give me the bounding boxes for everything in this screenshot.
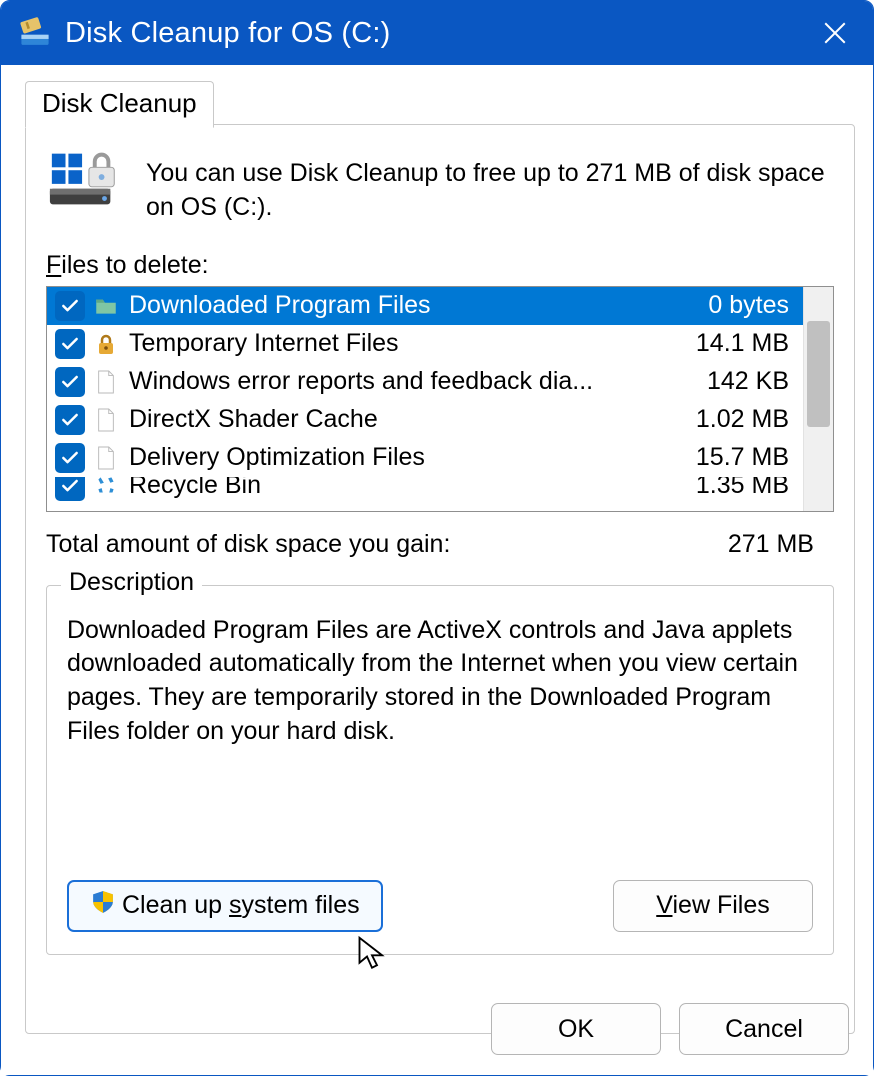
intro-text: You can use Disk Cleanup to free up to 2… (146, 147, 834, 225)
file-size: 1.02 MB (673, 405, 803, 434)
checkbox[interactable] (55, 477, 85, 501)
file-row[interactable]: Windows error reports and feedback dia..… (47, 363, 803, 401)
checkbox[interactable] (55, 291, 85, 321)
checkbox[interactable] (55, 329, 85, 359)
titlebar: Disk Cleanup for OS (C:) (1, 1, 873, 65)
file-size: 15.7 MB (673, 443, 803, 472)
file-size: 14.1 MB (673, 329, 803, 358)
description-group: Description Downloaded Program Files are… (46, 585, 834, 955)
files-list-box: Downloaded Program Files 0 bytes Temporary… (46, 286, 834, 512)
clean-button-label: Clean up system files (122, 891, 360, 920)
view-files-label: View Files (656, 891, 769, 920)
close-button[interactable] (807, 5, 863, 61)
file-icon (93, 443, 119, 473)
file-label: Temporary Internet Files (127, 329, 665, 358)
disk-cleanup-icon (17, 15, 53, 51)
file-label: Downloaded Program Files (127, 291, 665, 320)
window-title: Disk Cleanup for OS (C:) (65, 17, 807, 50)
total-value: 271 MB (728, 530, 834, 559)
cancel-button[interactable]: Cancel (679, 1003, 849, 1055)
client-area: Disk Cleanup (1, 65, 873, 1075)
file-label: Delivery Optimization Files (127, 443, 665, 472)
file-size: 1.35 MB (673, 477, 803, 501)
checkbox[interactable] (55, 367, 85, 397)
files-list[interactable]: Downloaded Program Files 0 bytes Temporary… (47, 287, 803, 511)
file-label: DirectX Shader Cache (127, 405, 665, 434)
clean-up-system-files-button[interactable]: Clean up system files (67, 880, 383, 932)
file-icon (93, 367, 119, 397)
tab-panel: You can use Disk Cleanup to free up to 2… (25, 124, 855, 1034)
description-title: Description (61, 568, 202, 597)
scrollbar-thumb[interactable] (807, 321, 830, 427)
recycle-icon (93, 477, 119, 501)
folder-icon (93, 291, 119, 321)
checkbox[interactable] (55, 405, 85, 435)
tabstrip: Disk Cleanup (25, 81, 855, 125)
lock-icon (93, 329, 119, 359)
checkbox[interactable] (55, 443, 85, 473)
file-size: 142 KB (673, 367, 803, 396)
file-row[interactable]: Recycle Bin 1.35 MB (47, 477, 803, 507)
dialog-footer-buttons: OK Cancel (491, 1003, 849, 1055)
tab-disk-cleanup[interactable]: Disk Cleanup (25, 81, 214, 128)
files-scrollbar[interactable] (803, 287, 833, 511)
file-row[interactable]: DirectX Shader Cache 1.02 MB (47, 401, 803, 439)
file-row[interactable]: Temporary Internet Files 14.1 MB (47, 325, 803, 363)
file-label: Windows error reports and feedback dia..… (127, 367, 665, 396)
disk-cleanup-large-icon (46, 147, 124, 211)
file-label: Recycle Bin (127, 477, 665, 501)
file-row[interactable]: Downloaded Program Files 0 bytes (47, 287, 803, 325)
file-size: 0 bytes (673, 291, 803, 320)
files-to-delete-label: Files to delete: (46, 251, 834, 280)
ok-button[interactable]: OK (491, 1003, 661, 1055)
total-row: Total amount of disk space you gain: 271… (46, 530, 834, 559)
intro-row: You can use Disk Cleanup to free up to 2… (46, 147, 834, 225)
view-files-button[interactable]: View Files (613, 880, 813, 932)
file-icon (93, 405, 119, 435)
description-text: Downloaded Program Files are ActiveX con… (67, 614, 813, 749)
total-label: Total amount of disk space you gain: (46, 530, 728, 559)
file-row[interactable]: Delivery Optimization Files 15.7 MB (47, 439, 803, 477)
shield-icon (90, 889, 116, 922)
